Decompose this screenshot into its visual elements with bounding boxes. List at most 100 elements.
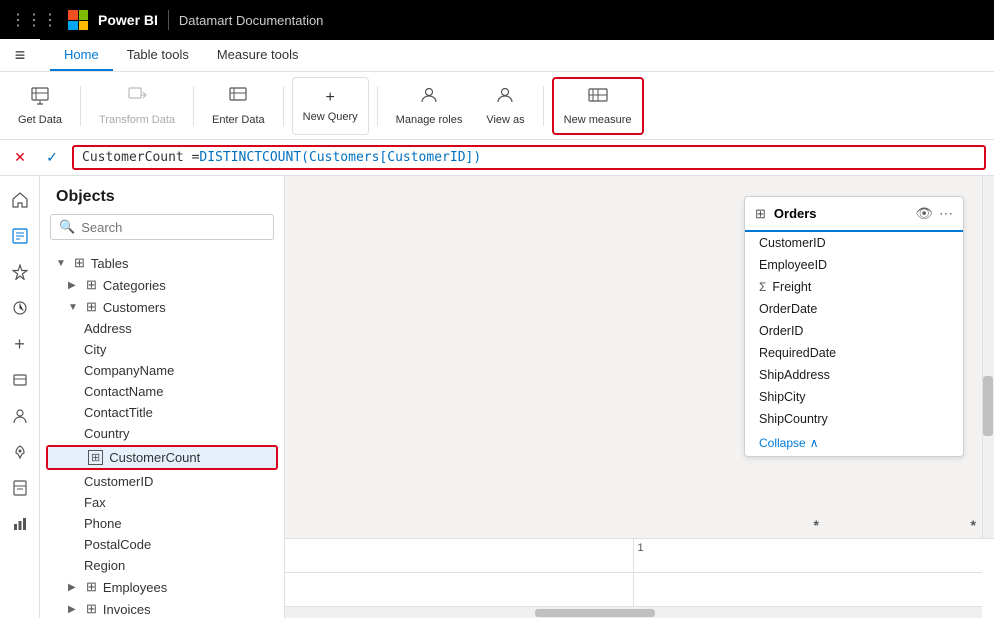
tree-field-address[interactable]: Address — [40, 318, 284, 339]
tree-categories[interactable]: ▶ ⊞ Categories — [40, 274, 284, 296]
tree-customers[interactable]: ▼ ⊞ Customers — [40, 296, 284, 318]
grid-cell-3 — [285, 573, 634, 607]
orderid-label: OrderID — [759, 324, 803, 338]
ribbon-tabs: ≡ Home Table tools Measure tools — [0, 40, 994, 72]
sidebar-clock-icon[interactable] — [4, 292, 36, 324]
customers-label: Customers — [103, 300, 166, 315]
tree-field-postalcode[interactable]: PostalCode — [40, 534, 284, 555]
orders-preview-icon[interactable]: 👁 — [915, 205, 933, 222]
new-query-icon: + — [325, 89, 334, 107]
hamburger-icon[interactable]: ≡ — [15, 45, 26, 66]
app-grid-icon[interactable]: ⋮⋮⋮ — [10, 10, 58, 30]
scrollbar-track[interactable] — [982, 176, 994, 538]
bottom-scrollbar[interactable] — [285, 606, 982, 618]
transform-data-icon — [127, 85, 147, 110]
bottom-thumb[interactable] — [535, 609, 655, 617]
shipcountry-label: ShipCountry — [759, 412, 828, 426]
tree-field-country[interactable]: Country — [40, 423, 284, 444]
sidebar-layers-icon[interactable] — [4, 364, 36, 396]
search-box[interactable]: 🔍 — [50, 214, 274, 240]
sidebar-people-icon[interactable] — [4, 400, 36, 432]
sidebar-bookmark-icon[interactable] — [4, 472, 36, 504]
formula-text-arg: (Customers[CustomerID]) — [301, 150, 481, 165]
view-as-button[interactable]: View as — [476, 77, 534, 135]
objects-tree: ▼ ⊞ Tables ▶ ⊞ Categories ▼ ⊞ Customers … — [40, 248, 284, 618]
datamart-title: Datamart Documentation — [179, 13, 324, 28]
field-contactname-label: ContactName — [84, 384, 163, 399]
star-marker-1: * — [814, 517, 819, 533]
search-icon: 🔍 — [59, 219, 75, 235]
sidebar-star-icon[interactable] — [4, 256, 36, 288]
grid-cell-2: 1 — [634, 539, 983, 573]
new-measure-button[interactable]: New measure — [552, 77, 644, 135]
main-layout: + Objects 🔍 ▼ ⊞ Tables — [0, 176, 994, 618]
tree-field-customercount[interactable]: ⊞ CustomerCount — [48, 447, 276, 468]
top-bar: ⋮⋮⋮ Power BI Datamart Documentation — [0, 0, 994, 40]
invoices-label: Invoices — [103, 602, 151, 617]
tables-expand-icon: ▼ — [56, 258, 68, 269]
tab-table-tools[interactable]: Table tools — [113, 39, 203, 71]
orders-field-employeeid[interactable]: EmployeeID — [745, 254, 963, 276]
orders-field-shipcity[interactable]: ShipCity — [745, 386, 963, 408]
tree-field-phone[interactable]: Phone — [40, 513, 284, 534]
sidebar-chart-icon[interactable] — [4, 508, 36, 540]
field-region-label: Region — [84, 558, 125, 573]
formula-input-box[interactable]: CustomerCount = DISTINCTCOUNT(Customers[… — [72, 145, 986, 170]
field-customerid-label: CustomerID — [84, 474, 153, 489]
ribbon-divider-2 — [193, 86, 194, 126]
sidebar-home-icon[interactable] — [4, 184, 36, 216]
orders-field-customerid[interactable]: CustomerID — [745, 232, 963, 254]
manage-roles-icon — [419, 85, 439, 110]
search-input[interactable] — [81, 220, 265, 235]
tree-employees[interactable]: ▶ ⊞ Employees — [40, 576, 284, 598]
orders-table-icon: ⊞ — [755, 206, 766, 222]
categories-icon: ⊞ — [86, 277, 97, 293]
tree-field-customercount-wrapper: ⊞ CustomerCount — [46, 445, 278, 470]
tree-invoices[interactable]: ▶ ⊞ Invoices — [40, 598, 284, 618]
orders-more-icon[interactable]: ⋯ — [939, 205, 953, 222]
enter-data-button[interactable]: Enter Data — [202, 77, 275, 135]
manage-roles-button[interactable]: Manage roles — [386, 77, 473, 135]
orders-field-orderid[interactable]: OrderID — [745, 320, 963, 342]
get-data-button[interactable]: Get Data — [8, 77, 72, 135]
tab-home[interactable]: Home — [50, 39, 113, 71]
new-measure-label: New measure — [564, 114, 632, 126]
tree-field-fax[interactable]: Fax — [40, 492, 284, 513]
orders-title: Orders — [774, 206, 907, 221]
sidebar-plus-icon[interactable]: + — [4, 328, 36, 360]
categories-expand-icon: ▶ — [68, 280, 80, 291]
tree-field-customerid[interactable]: CustomerID — [40, 471, 284, 492]
sidebar-report-icon[interactable] — [4, 220, 36, 252]
orderdate-label: OrderDate — [759, 302, 817, 316]
orders-field-orderdate[interactable]: OrderDate — [745, 298, 963, 320]
ribbon-divider-3 — [283, 86, 284, 126]
freight-sigma-icon: Σ — [759, 280, 766, 294]
tree-field-city[interactable]: City — [40, 339, 284, 360]
objects-title: Objects — [40, 176, 284, 214]
field-companyname-label: CompanyName — [84, 363, 174, 378]
new-query-label: New Query — [303, 111, 358, 123]
orders-field-shipcountry[interactable]: ShipCountry — [745, 408, 963, 430]
tree-tables-header[interactable]: ▼ ⊞ Tables — [40, 252, 284, 274]
formula-cancel-button[interactable]: ✕ — [8, 146, 32, 170]
tree-field-companyname[interactable]: CompanyName — [40, 360, 284, 381]
new-query-button[interactable]: + New Query — [292, 77, 369, 135]
tab-measure-tools[interactable]: Measure tools — [203, 39, 313, 71]
orders-field-shipaddress[interactable]: ShipAddress — [745, 364, 963, 386]
tree-field-contacttitle[interactable]: ContactTitle — [40, 402, 284, 423]
sidebar-icons: + — [0, 176, 40, 618]
orders-collapse-button[interactable]: Collapse ∧ — [745, 430, 963, 456]
tree-field-region[interactable]: Region — [40, 555, 284, 576]
view-as-icon — [495, 85, 515, 110]
sidebar-rocket-icon[interactable] — [4, 436, 36, 468]
tree-field-contactname[interactable]: ContactName — [40, 381, 284, 402]
orders-field-requireddate[interactable]: RequiredDate — [745, 342, 963, 364]
field-address-label: Address — [84, 321, 132, 336]
employees-icon: ⊞ — [86, 579, 97, 595]
formula-confirm-button[interactable]: ✓ — [40, 146, 64, 170]
customerid-label: CustomerID — [759, 236, 826, 250]
enter-data-icon — [228, 85, 248, 110]
orders-field-freight[interactable]: Σ Freight — [745, 276, 963, 298]
scrollbar-thumb[interactable] — [983, 376, 993, 436]
requireddate-label: RequiredDate — [759, 346, 836, 360]
